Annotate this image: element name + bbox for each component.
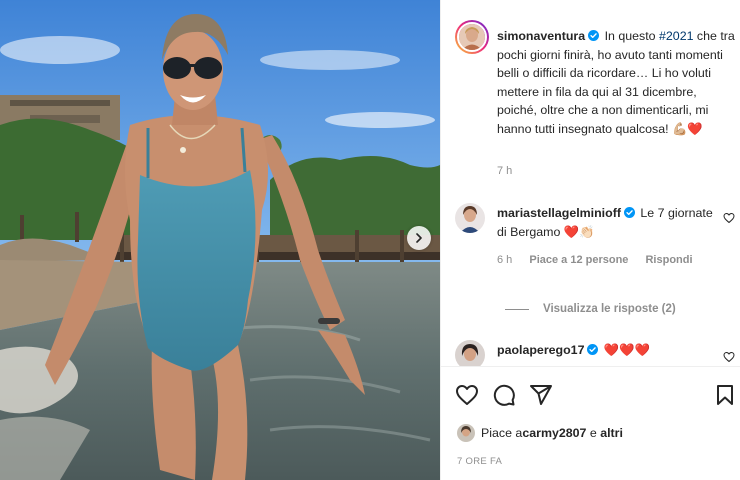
- comment-username[interactable]: paolaperego17: [497, 343, 584, 357]
- liker-avatar[interactable]: [457, 424, 475, 442]
- view-replies-label: Visualizza le risposte (2): [543, 303, 676, 315]
- comment-meta: 6 h Piace a 12 persone Rispondi: [497, 254, 693, 266]
- likes-connector: e: [586, 426, 601, 440]
- caption-age: 7 h: [497, 165, 513, 177]
- verified-badge-icon: [623, 207, 635, 218]
- commenter-avatar[interactable]: [455, 203, 485, 233]
- chevron-right-icon: [416, 233, 422, 243]
- verified-badge-icon: [587, 344, 599, 355]
- comment-text: ❤️❤️❤️: [600, 343, 651, 357]
- liker-avatar-image: [457, 424, 475, 442]
- comment-likes-count[interactable]: Piace a 12 persone: [529, 254, 628, 266]
- comments-list: simonaventura In questo #2021 che tra po…: [441, 0, 740, 366]
- author-avatar-image: [459, 24, 485, 50]
- post-photo: [0, 0, 440, 480]
- commenter-avatar-image: [455, 340, 485, 366]
- reply-button[interactable]: Rispondi: [645, 254, 692, 266]
- caption-text-start: In questo: [601, 29, 660, 43]
- comment-like-heart-icon[interactable]: [723, 351, 735, 363]
- comment-like-heart-icon[interactable]: [723, 212, 735, 224]
- comment-age: 6 h: [497, 254, 513, 266]
- heart-icon[interactable]: [455, 383, 479, 407]
- commenter-avatar[interactable]: [455, 340, 485, 366]
- post-side-panel: simonaventura In questo #2021 che tra po…: [440, 0, 740, 480]
- likes-prefix: Piace a: [481, 426, 523, 440]
- comment-item: mariastellagelminioff Le 7 giornate di B…: [497, 204, 719, 241]
- hashtag-link[interactable]: #2021: [659, 29, 693, 43]
- caption-text-end: che tra pochi giorni finirà, ho avuto ta…: [497, 29, 735, 136]
- view-replies-button[interactable]: Visualizza le risposte (2): [505, 303, 676, 315]
- commenter-avatar-image: [455, 203, 485, 233]
- next-photo-button[interactable]: [407, 226, 431, 250]
- comment-icon[interactable]: [492, 383, 516, 407]
- author-username[interactable]: simonaventura: [497, 29, 585, 43]
- paper-plane-icon[interactable]: [529, 383, 553, 407]
- verified-badge-icon: [588, 30, 600, 41]
- post-actions-bar: Piace a carmy2807 e altri 7 ORE FA: [441, 366, 740, 480]
- comment-item: paolaperego17 ❤️❤️❤️: [497, 341, 719, 360]
- others-link[interactable]: altri: [600, 426, 623, 440]
- post-caption: simonaventura In questo #2021 che tra po…: [497, 27, 737, 138]
- comment-username[interactable]: mariastellagelminioff: [497, 206, 621, 220]
- beach-photo-image: [0, 0, 440, 480]
- likes-summary: Piace a carmy2807 e altri: [457, 424, 623, 442]
- bookmark-icon[interactable]: [713, 383, 737, 407]
- post-timestamp: 7 ORE FA: [457, 456, 503, 467]
- author-avatar[interactable]: [455, 20, 489, 54]
- liker-username[interactable]: carmy2807: [522, 426, 586, 440]
- replies-divider: [505, 308, 529, 310]
